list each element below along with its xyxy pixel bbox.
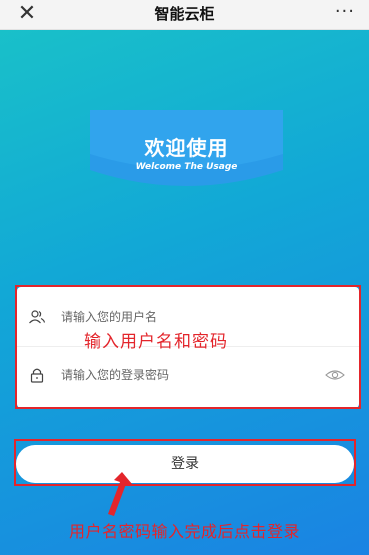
more-options-icon[interactable]: ··· [335, 0, 355, 30]
page-title: 智能云柜 [154, 5, 215, 23]
welcome-subtitle: Welcome The Usage [135, 162, 238, 172]
top-navigation-bar: ✕ 智能云柜 ··· [0, 0, 369, 30]
arrow-icon [108, 472, 132, 516]
welcome-title: 欢迎使用 [144, 136, 229, 160]
form-annotation: 输入用户名和密码 [84, 332, 228, 352]
welcome-banner: 欢迎使用 Welcome The Usage [90, 110, 283, 190]
button-highlight-box [14, 439, 356, 486]
button-annotation: 用户名密码输入完成后点击登录 [68, 522, 300, 541]
